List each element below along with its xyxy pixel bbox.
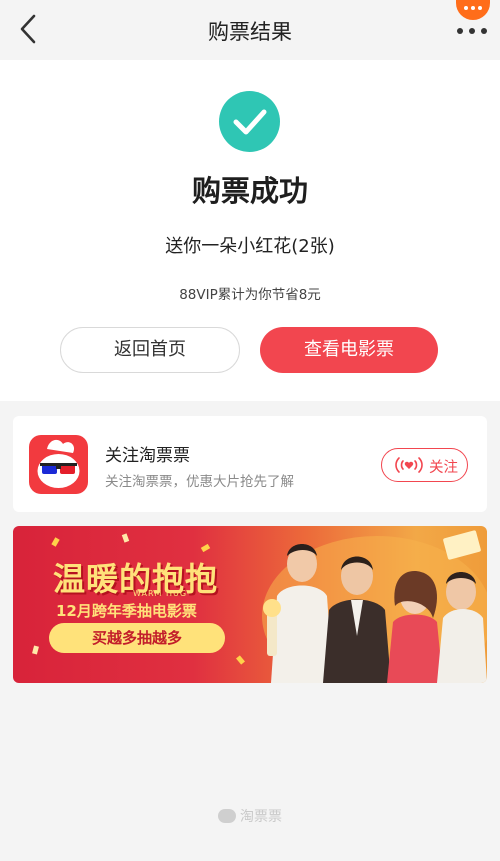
broadcast-heart-icon bbox=[395, 457, 423, 473]
footer-brand-text: 淘票票 bbox=[240, 809, 282, 825]
gift-message: 送你一朵小红花(2张) bbox=[165, 236, 335, 257]
banner-subtitle: 12月跨年季抽电影票 bbox=[56, 602, 197, 620]
follow-title: 关注淘票票 bbox=[105, 446, 190, 466]
notification-bubble-icon bbox=[456, 0, 490, 20]
taopiaopiao-logo-icon bbox=[29, 435, 88, 494]
footer-brand: 淘票票 bbox=[0, 806, 500, 826]
view-ticket-button[interactable]: 查看电影票 bbox=[260, 327, 438, 373]
follow-card: 关注淘票票 关注淘票票，优惠大片抢先了解 关注 bbox=[13, 416, 487, 512]
banner-cta-button[interactable]: 买越多抽越多 bbox=[49, 623, 225, 653]
check-circle-icon bbox=[219, 91, 280, 152]
success-title: 购票成功 bbox=[191, 174, 308, 208]
movie-cast-illustration bbox=[262, 530, 487, 683]
more-dots-icon bbox=[457, 28, 487, 34]
banner-title-en: WARM HUG bbox=[133, 589, 188, 598]
nav-bar: 购票结果 bbox=[0, 0, 500, 60]
result-panel: 购票成功 送你一朵小红花(2张) 88VIP累计为你节省8元 返回首页 查看电影… bbox=[0, 60, 500, 401]
follow-button[interactable]: 关注 bbox=[381, 448, 468, 482]
page-title: 购票结果 bbox=[208, 20, 292, 44]
vip-savings-text: 88VIP累计为你节省8元 bbox=[179, 287, 321, 303]
taopiaopiao-small-logo-icon bbox=[218, 809, 236, 823]
follow-button-label: 关注 bbox=[429, 460, 458, 476]
promo-banner[interactable]: 温暖的抱抱 WARM HUG 12月跨年季抽电影票 买越多抽越多 bbox=[13, 526, 487, 683]
return-home-button[interactable]: 返回首页 bbox=[60, 327, 240, 373]
more-button[interactable] bbox=[452, 0, 492, 34]
follow-subtitle: 关注淘票票，优惠大片抢先了解 bbox=[105, 474, 294, 490]
